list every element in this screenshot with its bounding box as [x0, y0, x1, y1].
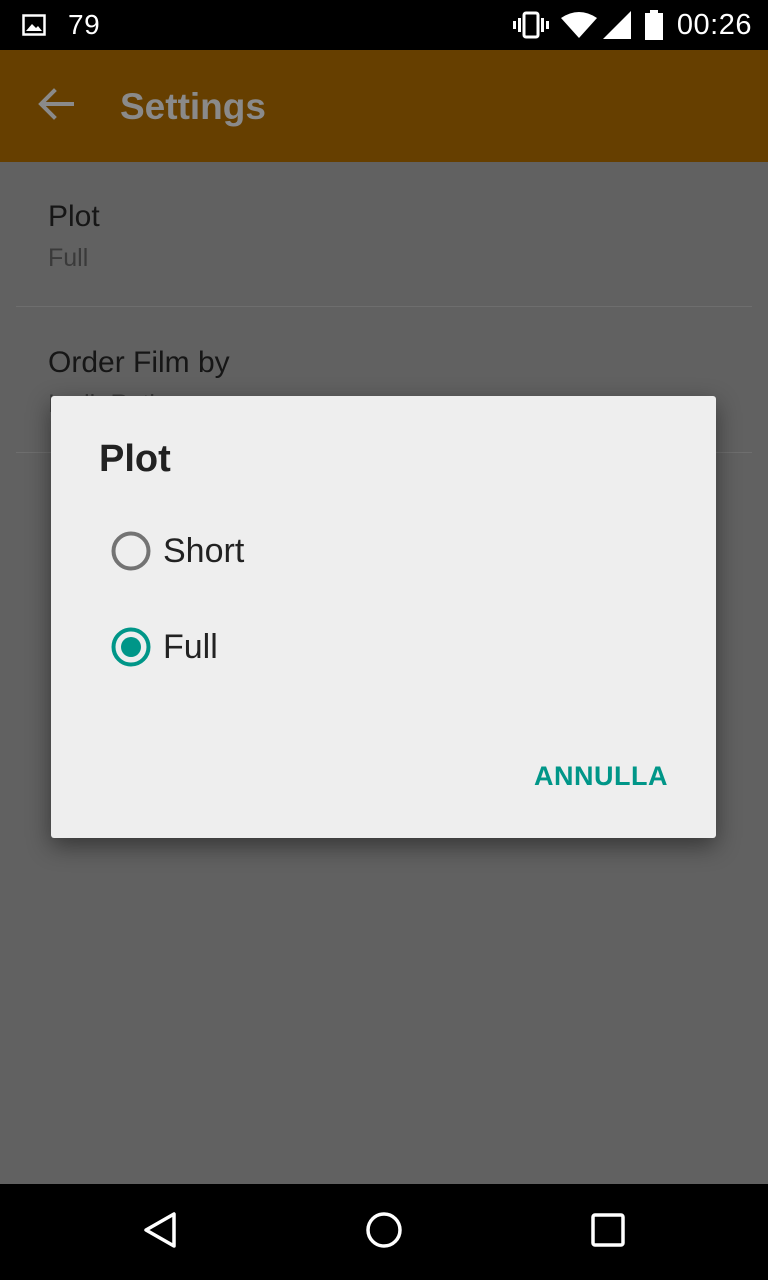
cancel-button[interactable]: ANNULLA — [522, 746, 680, 806]
notification-count: 79 — [68, 9, 101, 40]
vibrate-icon — [512, 11, 549, 39]
option-label: Full — [163, 627, 218, 666]
pref-title: Plot — [48, 200, 100, 233]
arrow-back-icon — [38, 87, 74, 125]
status-bar-left: 79 — [22, 0, 100, 50]
option-label: Short — [163, 531, 245, 570]
dialog-title: Plot — [99, 438, 171, 480]
back-triangle-icon — [140, 1210, 180, 1255]
pref-summary: Full — [48, 244, 89, 272]
image-notification-icon — [22, 14, 46, 36]
option-full[interactable]: Full — [91, 602, 671, 692]
battery-icon — [644, 10, 663, 40]
cell-signal-icon — [602, 11, 631, 39]
nav-back-button[interactable] — [120, 1192, 200, 1272]
pref-plot[interactable]: Plot Full — [16, 162, 752, 307]
status-bar-right: 00:26 — [512, 0, 752, 50]
wifi-icon — [560, 11, 597, 39]
pref-title: Order Film by — [48, 346, 230, 379]
status-bar: 79 00:26 — [0, 0, 768, 50]
radio-checked-icon[interactable] — [91, 607, 171, 687]
navigation-bar — [0, 1184, 768, 1280]
radio-unchecked-icon[interactable] — [91, 511, 171, 591]
app-bar: Settings — [0, 50, 768, 162]
page-title: Settings — [120, 86, 266, 127]
option-short[interactable]: Short — [91, 506, 671, 596]
back-button[interactable] — [24, 74, 88, 138]
recents-square-icon — [590, 1212, 626, 1253]
nav-home-button[interactable] — [344, 1192, 424, 1272]
home-circle-icon — [364, 1210, 404, 1255]
clock: 00:26 — [676, 8, 752, 41]
plot-dialog: Plot Short Full ANNULLA — [51, 396, 716, 838]
nav-recents-button[interactable] — [568, 1192, 648, 1272]
